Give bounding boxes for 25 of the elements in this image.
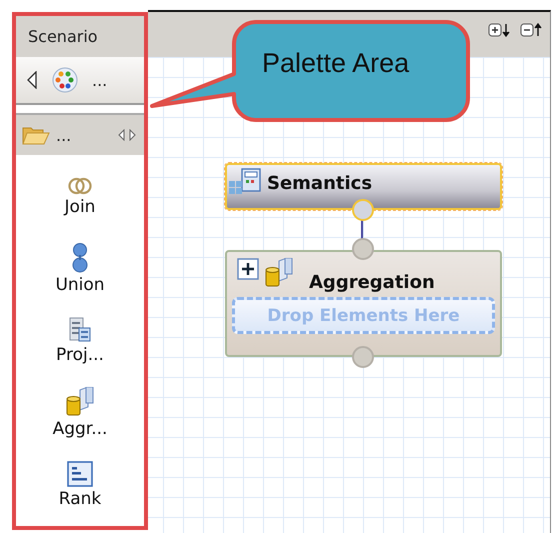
node-title: Aggregation [309,272,435,293]
tool-label[interactable]: Rank [58,489,102,509]
document-icon [68,317,92,343]
rings-icon [68,177,92,195]
collapse-all-icon[interactable] [520,22,542,38]
semantics-node[interactable]: Semantics [225,163,502,210]
double-arrow-icon[interactable] [118,129,136,141]
expand-all-icon[interactable] [488,22,510,38]
back-triangle-icon[interactable] [26,71,38,89]
tool-label[interactable]: Join [64,197,96,217]
palette-title: Scenario [16,16,144,57]
stacked-circles-icon [72,243,88,273]
overflow-dots[interactable]: ... [92,70,108,90]
cylinder-table-icon [265,258,293,288]
bar-list-icon [67,461,93,487]
aggregation-node[interactable]: Aggregation Drop Elements Here [225,250,502,357]
cylinder-table-icon [66,387,94,417]
tool-label[interactable]: Aggr... [52,419,108,439]
tool-label[interactable]: Proj... [56,345,104,365]
palette-icon[interactable] [52,67,78,93]
drawer-label[interactable]: ... [56,126,72,144]
node-title: Semantics [267,172,372,194]
tool-label[interactable]: Union [55,275,105,295]
expand-icon[interactable] [237,258,259,280]
callout-text: Palette Area [262,48,410,79]
